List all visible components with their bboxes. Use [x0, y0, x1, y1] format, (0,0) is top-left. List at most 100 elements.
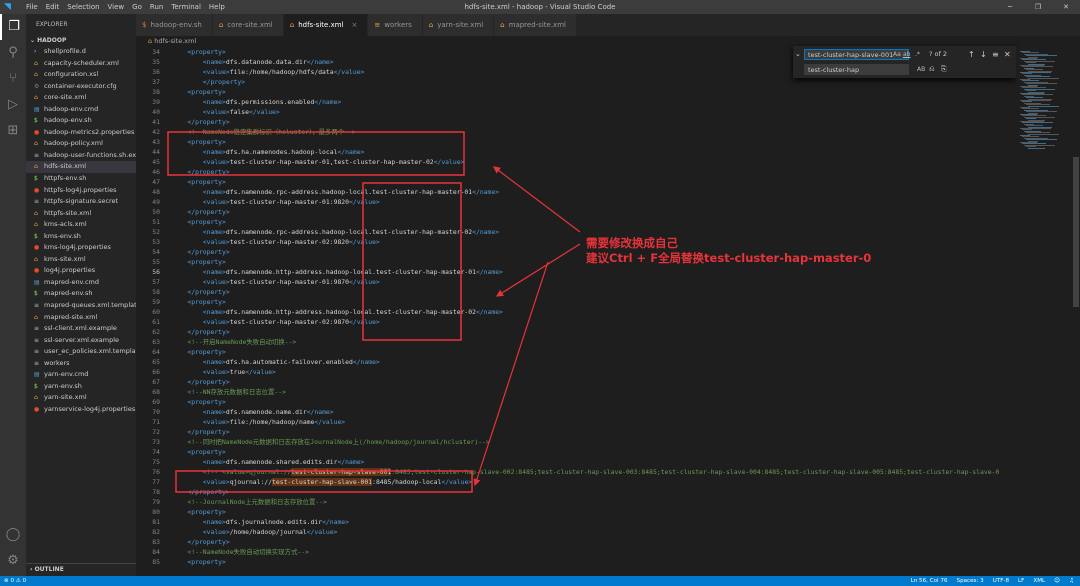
minimize-icon[interactable]: ─	[996, 0, 1024, 14]
code-line[interactable]: 63 <!--开启NameNode失败自动切换-->	[136, 337, 1016, 347]
menu-file[interactable]: File	[22, 0, 42, 14]
problems-count[interactable]: ⊗ 0 ⚠ 0	[4, 576, 26, 586]
file-item[interactable]: ● kms-log4j.properties	[26, 242, 136, 254]
code-line[interactable]: 43 <property>	[136, 137, 1016, 147]
menu-go[interactable]: Go	[128, 0, 146, 14]
tab-hdfs-site-xml[interactable]: ⌂ hdfs-site.xml ×	[283, 14, 369, 36]
code-line[interactable]: 83 </property>	[136, 537, 1016, 547]
code-line[interactable]: 53 <value>test-cluster-hap-master-02:982…	[136, 237, 1016, 247]
file-item[interactable]: ⌂ mapred-site.xml	[26, 312, 136, 324]
language-mode[interactable]: XML	[1033, 576, 1045, 586]
file-item[interactable]: ⌂ capacity-scheduler.xml	[26, 58, 136, 70]
next-match-icon[interactable]: ↓	[980, 49, 987, 60]
code-line[interactable]: 78 </property>	[136, 487, 1016, 497]
code-line[interactable]: 39 <name>dfs.permissions.enabled</name>	[136, 97, 1016, 107]
code-line[interactable]: 86 <name>dfs.client.failover.proxy.provi…	[136, 567, 1016, 568]
tab-hadoop-env-sh[interactable]: $ hadoop-env.sh	[136, 14, 213, 36]
run-debug-icon[interactable]: ▷	[0, 92, 26, 118]
extensions-icon[interactable]: ⊞	[0, 118, 26, 144]
replace-input[interactable]: test-cluster-hap	[804, 64, 909, 75]
code-line[interactable]: 84 <!--NameNode失败自动切换实现方式-->	[136, 547, 1016, 557]
code-line[interactable]: 40 <value>false</value>	[136, 107, 1016, 117]
minimap[interactable]	[1016, 47, 1072, 568]
menu-view[interactable]: View	[104, 0, 129, 14]
file-item[interactable]: ▤ mapred-env.cmd	[26, 277, 136, 289]
file-item[interactable]: ⌂ kms-acls.xml	[26, 219, 136, 231]
code-line[interactable]: 38 <property>	[136, 87, 1016, 97]
file-item[interactable]: ≡ user_ec_policies.xml.template	[26, 346, 136, 358]
source-control-icon[interactable]: ⑂	[0, 66, 26, 92]
match-case-toggle[interactable]: Aa	[893, 49, 901, 60]
code-line[interactable]: 80 <property>	[136, 507, 1016, 517]
file-item[interactable]: ⌂ kms-site.xml	[26, 254, 136, 266]
code-line[interactable]: 45 <value>test-cluster-hap-master-01,tes…	[136, 157, 1016, 167]
code-line[interactable]: 49 <value>test-cluster-hap-master-01:982…	[136, 197, 1016, 207]
previous-match-icon[interactable]: ↑	[968, 49, 975, 60]
file-item[interactable]: ≡ httpfs-signature.secret	[26, 196, 136, 208]
folder-root-hadoop[interactable]: ⌄ HADOOP	[26, 36, 136, 46]
code-line[interactable]: 58 </property>	[136, 287, 1016, 297]
code-line[interactable]: 64 <property>	[136, 347, 1016, 357]
code-line[interactable]: 55 <property>	[136, 257, 1016, 267]
tab-yarn-site-xml[interactable]: ⌂ yarn-site.xml	[422, 14, 495, 36]
code-line[interactable]: 62 </property>	[136, 327, 1016, 337]
code-line[interactable]: 42 <!--NameNode稳定集群标识（hcluster），最多两个-->	[136, 127, 1016, 137]
code-line[interactable]: 75 <name>dfs.namenode.shared.edits.dir</…	[136, 457, 1016, 467]
code-line[interactable]: 61 <value>test-cluster-hap-master-02:987…	[136, 317, 1016, 327]
file-item[interactable]: $ mapred-env.sh	[26, 288, 136, 300]
file-item[interactable]: ⌂ configuration.xsl	[26, 69, 136, 81]
menu-run[interactable]: Run	[146, 0, 167, 14]
code-line[interactable]: 60 <name>dfs.namenode.http-address.hadoo…	[136, 307, 1016, 317]
file-item[interactable]: ≡ hadoop-user-functions.sh.ex...	[26, 150, 136, 162]
find-in-selection-icon[interactable]: ≡	[992, 49, 999, 60]
settings-gear-icon[interactable]: ⚙	[0, 548, 26, 574]
search-icon[interactable]: ⚲	[0, 40, 26, 66]
code-line[interactable]: 73 <!--同时把NameNode元数据和日志存放在JournalNode上(…	[136, 437, 1016, 447]
feedback-icon[interactable]: ☺	[1054, 576, 1060, 586]
vertical-scrollbar[interactable]	[1072, 47, 1080, 568]
code-line[interactable]: 81 <name>dfs.journalnode.edits.dir</name…	[136, 517, 1016, 527]
code-line[interactable]: 76 <!-- <value>qjournal://test-cluster-h…	[136, 467, 1016, 477]
line-ending[interactable]: LF	[1018, 576, 1024, 586]
code-line[interactable]: 67 </property>	[136, 377, 1016, 387]
code-line[interactable]: 82 <value>/home/hadoop/journal</value>	[136, 527, 1016, 537]
file-item[interactable]: $ kms-env.sh	[26, 231, 136, 243]
outline-section[interactable]: › OUTLINE	[26, 563, 136, 574]
indentation[interactable]: Spaces: 3	[957, 576, 984, 586]
regex-toggle[interactable]: .*	[915, 49, 920, 60]
code-line[interactable]: 68 <!--NN存放元数据和日志位置-->	[136, 387, 1016, 397]
menu-terminal[interactable]: Terminal	[167, 0, 205, 14]
file-item[interactable]: ⌂ hadoop-policy.xml	[26, 138, 136, 150]
code-line[interactable]: 74 <property>	[136, 447, 1016, 457]
account-icon[interactable]: ◯	[0, 522, 26, 548]
close-find-icon[interactable]: ✕	[1004, 49, 1011, 60]
code-line[interactable]: 59 <property>	[136, 297, 1016, 307]
code-line[interactable]: 70 <name>dfs.namenode.name.dir</name>	[136, 407, 1016, 417]
code-line[interactable]: 37 </property>	[136, 77, 1016, 87]
code-line[interactable]: 50 </property>	[136, 207, 1016, 217]
code-line[interactable]: 56 <name>dfs.namenode.http-address.hadoo…	[136, 267, 1016, 277]
code-line[interactable]: 52 <name>dfs.namenode.rpc-address.hadoop…	[136, 227, 1016, 237]
code-line[interactable]: 46 </property>	[136, 167, 1016, 177]
scrollbar-thumb[interactable]	[1073, 157, 1079, 307]
menu-edit[interactable]: Edit	[42, 0, 64, 14]
file-item[interactable]: ≡ ssl-client.xml.example	[26, 323, 136, 335]
notifications-icon[interactable]: ♫	[1069, 576, 1074, 586]
file-item[interactable]: ● yarnservice-log4j.properties	[26, 404, 136, 416]
file-item[interactable]: ● httpfs-log4j.properties	[26, 185, 136, 197]
file-item[interactable]: ≡ mapred-queues.xml.template	[26, 300, 136, 312]
code-line[interactable]: 41 </property>	[136, 117, 1016, 127]
code-line[interactable]: 66 <value>true</value>	[136, 367, 1016, 377]
menu-selection[interactable]: Selection	[63, 0, 103, 14]
maximize-icon[interactable]: ❐	[1024, 0, 1052, 14]
file-item[interactable]: ⚙ container-executor.cfg	[26, 81, 136, 93]
file-item[interactable]: $ hadoop-env.sh	[26, 115, 136, 127]
code-line[interactable]: 44 <name>dfs.ha.namenodes.hadoop-local</…	[136, 147, 1016, 157]
file-item[interactable]: ≡ ssl-server.xml.example	[26, 335, 136, 347]
code-line[interactable]: 72 </property>	[136, 427, 1016, 437]
code-line[interactable]: 85 <property>	[136, 557, 1016, 567]
file-item[interactable]: › shellprofile.d	[26, 46, 136, 58]
menu-help[interactable]: Help	[205, 0, 229, 14]
whole-word-toggle[interactable]: ab	[903, 49, 911, 60]
explorer-icon[interactable]: ❐	[0, 14, 26, 40]
